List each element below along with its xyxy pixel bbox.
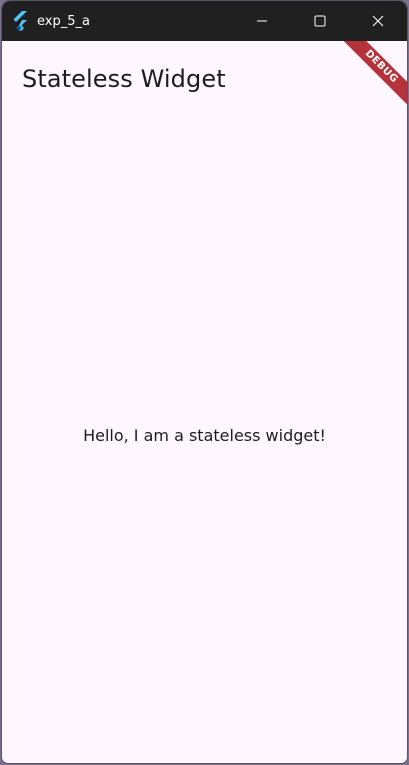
window-title: exp_5_a [37, 13, 90, 29]
maximize-button[interactable] [291, 1, 349, 41]
close-button[interactable] [349, 1, 407, 41]
window-controls [233, 1, 407, 41]
title-bar[interactable]: exp_5_a [2, 1, 407, 41]
minimize-button[interactable] [233, 1, 291, 41]
close-icon [372, 15, 384, 27]
minimize-icon [257, 20, 267, 22]
page-title: Stateless Widget [22, 65, 226, 93]
app-bar: Stateless Widget [2, 41, 407, 117]
flutter-icon [12, 10, 30, 32]
body-center: Hello, I am a stateless widget! [2, 117, 407, 763]
app-window: exp_5_a Stateless Widget Hello, I am a s… [2, 1, 407, 763]
body-text: Hello, I am a stateless widget! [83, 425, 326, 445]
maximize-icon [314, 15, 326, 27]
